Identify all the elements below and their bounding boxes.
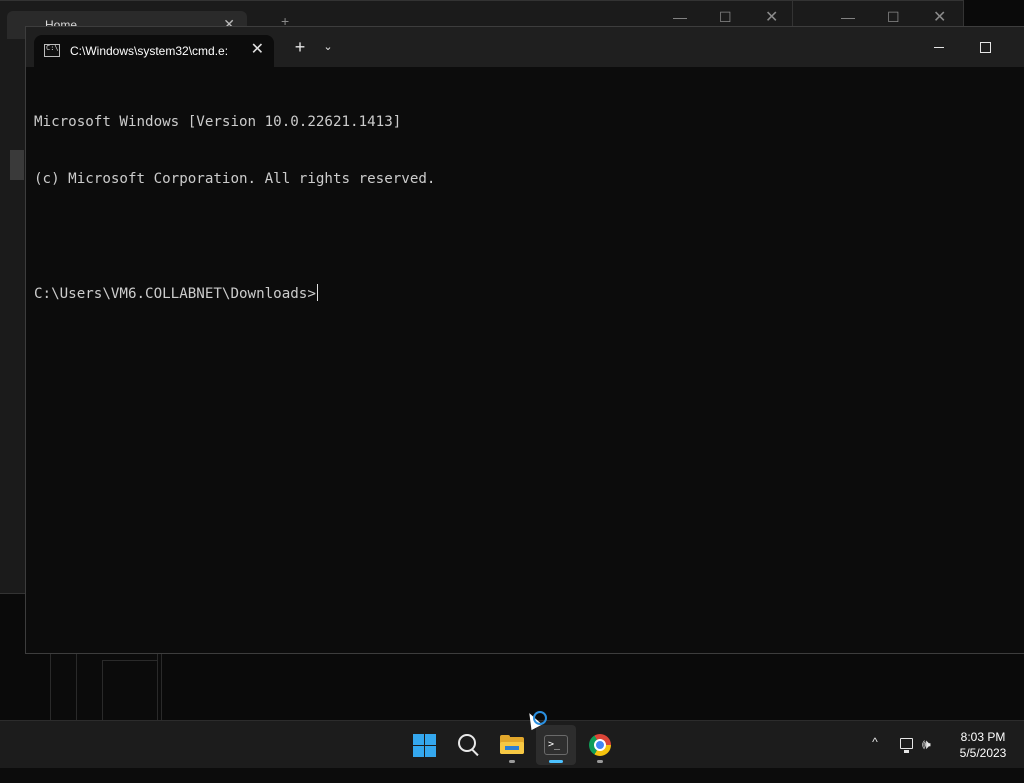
background2-maximize-icon[interactable]: ☐ [887, 9, 900, 26]
network-icon[interactable] [900, 738, 913, 753]
background-scroll-fragment [10, 150, 24, 180]
file-explorer-button[interactable] [492, 725, 532, 765]
prompt-line[interactable]: C:\Users\VM6.COLLABNET\Downloads> [34, 284, 1024, 303]
folder-icon [500, 735, 524, 754]
minimize-button[interactable] [924, 33, 954, 61]
search-icon [458, 734, 476, 752]
volume-icon[interactable]: 🕪 [922, 736, 931, 753]
cmd-icon [44, 44, 60, 57]
console-line: (c) Microsoft Corporation. All rights re… [34, 171, 436, 187]
taskbar: >_ ^ 🕪 8:03 PM 5/5/2023 [0, 720, 1024, 768]
tab-close-icon[interactable]: ✕ [251, 41, 264, 59]
maximize-button[interactable] [970, 33, 1000, 61]
terminal-window: C:\Windows\system32\cmd.e: ✕ + ⌄ Microso… [25, 26, 1024, 654]
terminal-tab[interactable]: C:\Windows\system32\cmd.e: ✕ [34, 35, 274, 67]
new-tab-button[interactable]: + [288, 35, 312, 59]
busy-spinner-icon [533, 711, 547, 725]
background-maximize-icon[interactable]: ☐ [719, 9, 732, 26]
window-edge [102, 660, 158, 720]
clock[interactable]: 8:03 PM 5/5/2023 [950, 729, 1016, 761]
console-line: Microsoft Windows [Version 10.0.22621.14… [34, 114, 402, 130]
windows-logo-icon [413, 734, 436, 757]
title-bar[interactable]: C:\Windows\system32\cmd.e: ✕ + ⌄ [26, 27, 1024, 67]
maximize-icon [979, 41, 991, 53]
running-indicator [597, 760, 603, 763]
minimize-icon [934, 46, 944, 48]
active-indicator [549, 760, 563, 763]
text-cursor [316, 284, 318, 301]
tab-dropdown-button[interactable]: ⌄ [318, 35, 338, 59]
clock-date: 5/5/2023 [959, 746, 1007, 760]
background2-close-icon[interactable]: ✕ [933, 7, 946, 27]
command-prompt: C:\Users\VM6.COLLABNET\Downloads> [34, 286, 316, 302]
console-output[interactable]: Microsoft Windows [Version 10.0.22621.14… [34, 75, 1024, 341]
terminal-taskbar-button[interactable]: >_ [536, 725, 576, 765]
background2-minimize-icon[interactable]: — [841, 9, 855, 25]
show-hidden-icons-button[interactable]: ^ [866, 735, 884, 783]
running-indicator [509, 760, 515, 763]
background-minimize-icon[interactable]: — [673, 9, 687, 25]
terminal-icon: >_ [544, 735, 568, 755]
background-window-2: — ☐ ✕ [792, 0, 964, 27]
start-button[interactable] [404, 725, 444, 765]
chrome-icon [589, 734, 611, 756]
tab-title: C:\Windows\system32\cmd.e: [70, 44, 229, 58]
search-button[interactable] [448, 725, 488, 765]
background-close-icon[interactable]: ✕ [765, 7, 778, 27]
clock-time: 8:03 PM [960, 730, 1006, 744]
chrome-button[interactable] [580, 725, 620, 765]
